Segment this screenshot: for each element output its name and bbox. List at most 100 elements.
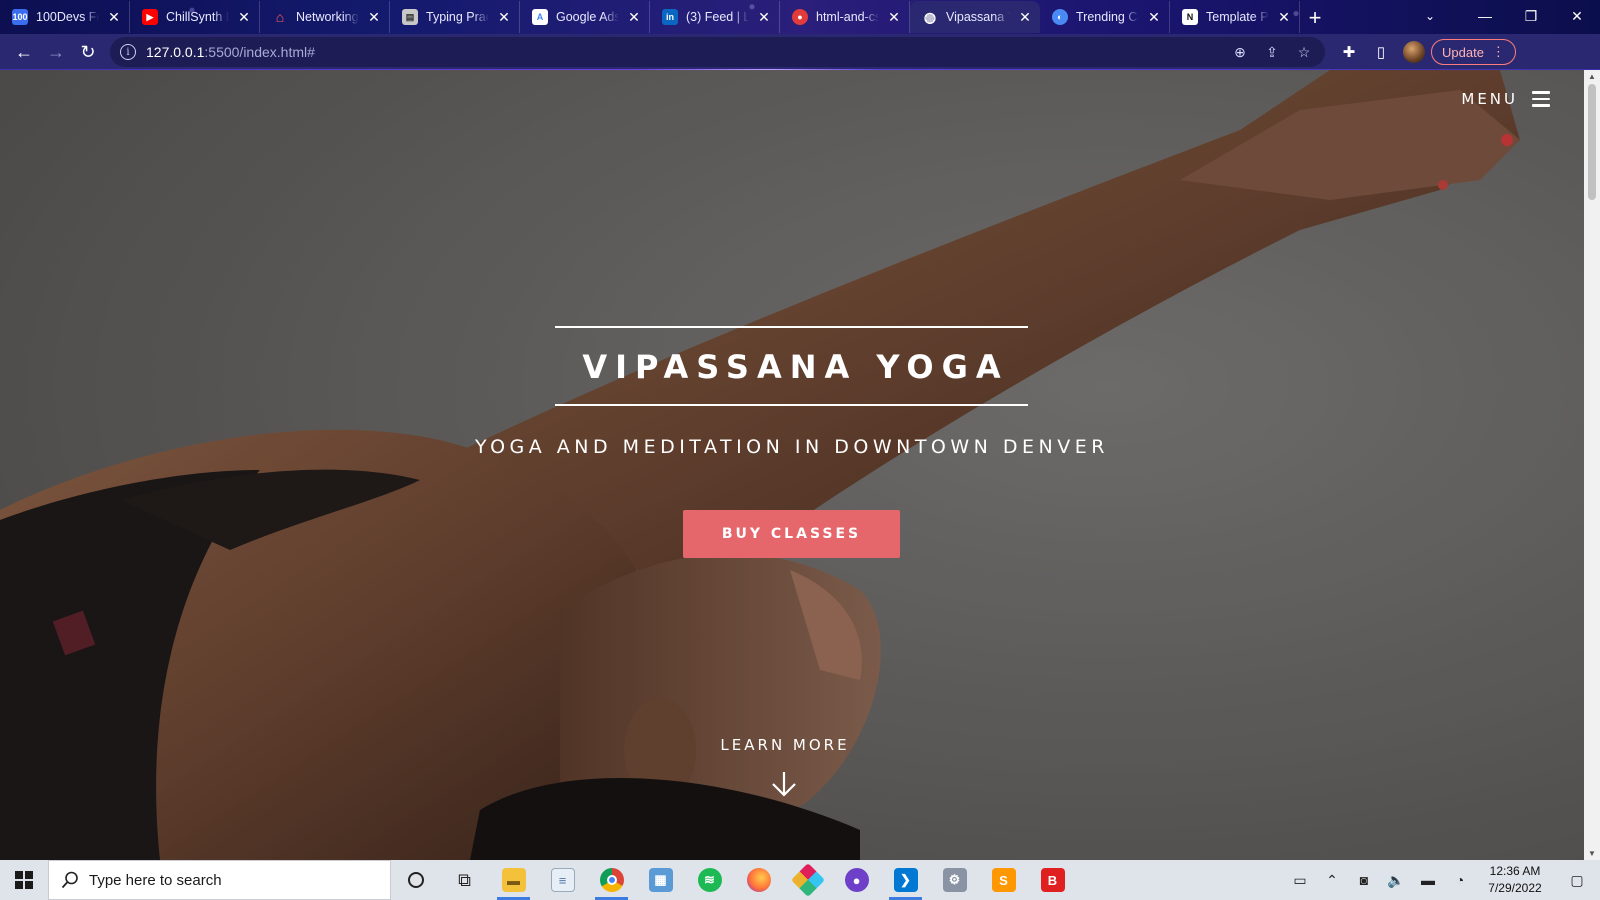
- tab-5[interactable]: in (3) Feed | Lin ✕: [650, 1, 780, 33]
- scroll-down-icon[interactable]: ▼: [1584, 849, 1600, 858]
- battery-icon[interactable]: ▬: [1412, 872, 1444, 888]
- back-arrow-icon[interactable]: ←: [8, 36, 40, 68]
- hamburger-icon: [1532, 91, 1550, 107]
- forward-arrow-icon[interactable]: →: [40, 36, 72, 68]
- address-bar[interactable]: i 127.0.0.1:5500/index.html# ⊕ ⇪ ☆: [110, 37, 1325, 67]
- tab-2[interactable]: ⌂ Networking ✕: [260, 1, 390, 33]
- scroll-up-icon[interactable]: ▲: [1584, 72, 1600, 81]
- tab-title: html-and-cs: [816, 10, 879, 24]
- windows-taskbar: Type here to search ⧉ ▬ ≡ ▦ ≋ ● ❯ ⚙ S B …: [0, 860, 1600, 900]
- learn-more-link[interactable]: LEARN MORE: [0, 736, 1570, 754]
- tab-3[interactable]: ▤ Typing Practi ✕: [390, 1, 520, 33]
- tab-title: Template Pr: [1206, 10, 1269, 24]
- new-tab-button[interactable]: +: [1300, 2, 1330, 34]
- notion-icon: N: [1182, 9, 1198, 25]
- tab-title: Vipassana Yo: [946, 10, 1010, 24]
- close-icon[interactable]: ✕: [237, 9, 251, 26]
- profile-avatar[interactable]: [1403, 41, 1425, 63]
- tab-title: Typing Practi: [426, 10, 489, 24]
- update-label: Update: [1442, 44, 1484, 60]
- globe-icon: ◍: [923, 8, 937, 25]
- side-panel-icon[interactable]: ▯: [1365, 37, 1397, 67]
- system-clock[interactable]: 12:36 AM 7/29/2022: [1476, 863, 1554, 897]
- google-ads-icon: A: [532, 9, 548, 25]
- window-controls: — ❐ ✕: [1462, 0, 1600, 32]
- close-icon[interactable]: ✕: [1018, 9, 1032, 26]
- news-widget-icon[interactable]: ▭: [1284, 872, 1316, 889]
- buy-classes-button[interactable]: BUY CLASSES: [683, 510, 900, 558]
- tab-title: Networking: [296, 10, 359, 24]
- reload-icon[interactable]: ↻: [72, 36, 104, 68]
- vscode-icon[interactable]: ❯: [881, 860, 930, 900]
- close-window-button[interactable]: ✕: [1554, 0, 1600, 32]
- close-icon[interactable]: ✕: [1277, 9, 1291, 26]
- menu-button[interactable]: MENU: [1461, 90, 1550, 108]
- close-icon[interactable]: ✕: [887, 9, 901, 26]
- slack-icon[interactable]: [783, 860, 832, 900]
- site-info-icon[interactable]: i: [120, 44, 136, 60]
- sublime-icon[interactable]: S: [979, 860, 1028, 900]
- clock-time: 12:36 AM: [1489, 864, 1541, 878]
- spotify-icon[interactable]: ≋: [685, 860, 734, 900]
- menu-label: MENU: [1461, 90, 1518, 108]
- more-menu-icon[interactable]: ⋮: [1492, 44, 1505, 60]
- close-icon[interactable]: ✕: [1147, 9, 1161, 26]
- tab-1[interactable]: ▶ ChillSynth Fl ✕: [130, 1, 260, 33]
- show-hidden-icons-chevron-icon[interactable]: ⌃: [1316, 872, 1348, 889]
- tab-7[interactable]: ◍ Vipassana Yo ✕: [910, 1, 1040, 33]
- extensions-puzzle-icon[interactable]: ✚: [1333, 37, 1365, 67]
- wifi-icon[interactable]: ◔: [1444, 872, 1476, 888]
- page-title: VIPASSANA YOGA: [582, 348, 1009, 386]
- firefox-icon[interactable]: [734, 860, 783, 900]
- search-icon: [61, 871, 78, 889]
- taskbar-search-input[interactable]: Type here to search: [48, 860, 391, 900]
- share-icon[interactable]: ⇪: [1261, 44, 1283, 61]
- hero-title-block: VIPASSANA YOGA: [555, 326, 1028, 406]
- restore-button[interactable]: ❐: [1508, 0, 1554, 32]
- arrow-down-icon[interactable]: [770, 770, 798, 798]
- github-desktop-icon[interactable]: ●: [832, 860, 881, 900]
- file-explorer-icon[interactable]: ▬: [489, 860, 538, 900]
- browser-toolbar: ← → ↻ i 127.0.0.1:5500/index.html# ⊕ ⇪ ☆…: [0, 34, 1600, 72]
- volume-icon[interactable]: 🔈: [1380, 872, 1412, 889]
- task-view-icon[interactable]: ⧉: [440, 860, 489, 900]
- notification-center-icon[interactable]: ▢: [1554, 872, 1600, 889]
- minimize-button[interactable]: —: [1462, 0, 1508, 32]
- page-viewport: MENU VIPASSANA YOGA YOGA AND MEDITATION …: [0, 70, 1584, 860]
- tab-title: Google Ads: [556, 10, 619, 24]
- tab-4[interactable]: A Google Ads ✕: [520, 1, 650, 33]
- brave-b-icon[interactable]: B: [1028, 860, 1077, 900]
- youtube-icon: ▶: [142, 9, 158, 25]
- camera-icon[interactable]: ◙: [1348, 872, 1380, 888]
- title-bottom-rule: [555, 404, 1028, 406]
- tab-8[interactable]: ◐ Trending Co ✕: [1040, 1, 1170, 33]
- close-icon[interactable]: ✕: [627, 9, 641, 26]
- url-path: :5500/index.html#: [204, 44, 315, 60]
- cortana-icon[interactable]: [391, 860, 440, 900]
- scrollbar-thumb[interactable]: [1588, 84, 1596, 200]
- close-icon[interactable]: ✕: [367, 9, 381, 26]
- notepad-icon[interactable]: ≡: [538, 860, 587, 900]
- github-icon: ●: [792, 9, 808, 25]
- bookmark-star-icon[interactable]: ☆: [1293, 44, 1315, 61]
- clock-date: 7/29/2022: [1488, 881, 1542, 895]
- close-icon[interactable]: ✕: [497, 9, 511, 26]
- chrome-icon[interactable]: [587, 860, 636, 900]
- windows-start-button[interactable]: [0, 860, 48, 900]
- zoom-icon[interactable]: ⊕: [1229, 44, 1251, 61]
- close-icon[interactable]: ✕: [757, 9, 771, 26]
- app-icon[interactable]: ⚙: [930, 860, 979, 900]
- tab-9[interactable]: N Template Pr ✕: [1170, 1, 1300, 33]
- windows-logo-icon: [15, 871, 33, 889]
- page-scrollbar[interactable]: ▲ ▼: [1584, 70, 1600, 860]
- tab-search-chevron-icon[interactable]: ⌄: [1415, 0, 1445, 32]
- close-icon[interactable]: ✕: [107, 9, 121, 26]
- tab-0[interactable]: 100 100Devs Foll ✕: [0, 1, 130, 33]
- tab-6[interactable]: ● html-and-cs ✕: [780, 1, 910, 33]
- system-tray: ▭ ⌃ ◙ 🔈 ▬ ◔ 12:36 AM 7/29/2022 ▢: [1284, 860, 1600, 900]
- update-button[interactable]: Update ⋮: [1431, 39, 1516, 65]
- control-panel-icon[interactable]: ▦: [636, 860, 685, 900]
- tab-title: 100Devs Foll: [36, 10, 99, 24]
- tab-title: (3) Feed | Lin: [686, 10, 749, 24]
- tab-title: Trending Co: [1076, 10, 1139, 24]
